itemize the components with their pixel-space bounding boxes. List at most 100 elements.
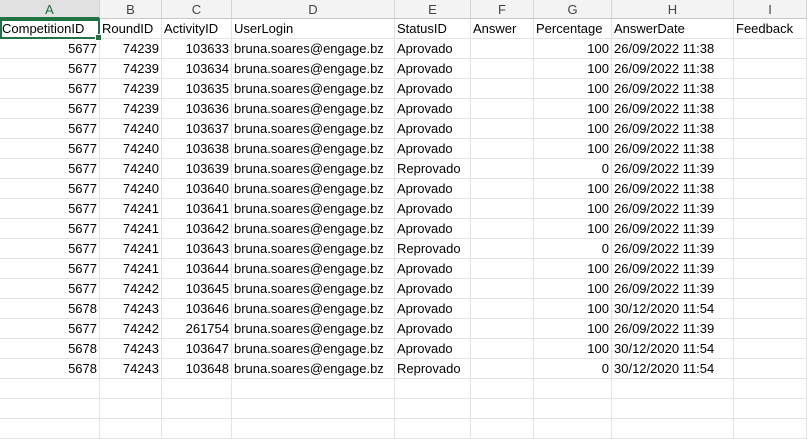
cell-e[interactable]: Aprovado xyxy=(395,79,471,99)
cell-g[interactable]: 100 xyxy=(534,119,612,139)
cell-a[interactable]: 5677 xyxy=(0,39,100,59)
cell-e[interactable]: Aprovado xyxy=(395,259,471,279)
cell-e[interactable]: Aprovado xyxy=(395,39,471,59)
cell-e[interactable]: Aprovado xyxy=(395,119,471,139)
cell-i[interactable] xyxy=(734,119,807,139)
cell-g[interactable]: 100 xyxy=(534,139,612,159)
cell-c[interactable]: 103638 xyxy=(162,139,232,159)
column-header-h[interactable]: H xyxy=(612,0,734,19)
cell-h[interactable]: 26/09/2022 11:39 xyxy=(612,259,734,279)
cell-i[interactable] xyxy=(734,259,807,279)
empty-cell[interactable] xyxy=(162,379,232,399)
cell-i[interactable] xyxy=(734,79,807,99)
cell-c[interactable]: 103633 xyxy=(162,39,232,59)
cell-b[interactable]: 74242 xyxy=(100,279,162,299)
column-header-g[interactable]: G xyxy=(534,0,612,19)
cell-d[interactable]: bruna.soares@engage.bz xyxy=(232,339,395,359)
cell-i[interactable] xyxy=(734,279,807,299)
cell-g[interactable]: 100 xyxy=(534,339,612,359)
cell-h[interactable]: 26/09/2022 11:38 xyxy=(612,139,734,159)
cell-a[interactable]: 5677 xyxy=(0,59,100,79)
cell-b[interactable]: 74243 xyxy=(100,299,162,319)
cell-d[interactable]: bruna.soares@engage.bz xyxy=(232,279,395,299)
cell-f[interactable] xyxy=(471,119,534,139)
cell-d[interactable]: bruna.soares@engage.bz xyxy=(232,179,395,199)
empty-cell[interactable] xyxy=(0,419,100,439)
cell-h[interactable]: 26/09/2022 11:39 xyxy=(612,319,734,339)
column-header-i[interactable]: I xyxy=(734,0,807,19)
cell-g[interactable]: 100 xyxy=(534,39,612,59)
cell-d[interactable]: bruna.soares@engage.bz xyxy=(232,159,395,179)
cell-f[interactable] xyxy=(471,339,534,359)
empty-cell[interactable] xyxy=(612,419,734,439)
cell-d[interactable]: bruna.soares@engage.bz xyxy=(232,39,395,59)
cell-f[interactable] xyxy=(471,39,534,59)
cell-i[interactable] xyxy=(734,319,807,339)
cell-a[interactable]: 5677 xyxy=(0,99,100,119)
cell-c[interactable]: 103636 xyxy=(162,99,232,119)
cell-a[interactable]: 5677 xyxy=(0,319,100,339)
cell-h[interactable]: 26/09/2022 11:38 xyxy=(612,79,734,99)
cell-b[interactable]: 74241 xyxy=(100,259,162,279)
empty-cell[interactable] xyxy=(734,379,807,399)
cell-h[interactable]: 26/09/2022 11:38 xyxy=(612,99,734,119)
cell-f[interactable] xyxy=(471,259,534,279)
cell-d[interactable]: bruna.soares@engage.bz xyxy=(232,359,395,379)
cell-g[interactable]: 100 xyxy=(534,179,612,199)
cell-f[interactable] xyxy=(471,59,534,79)
header-cell-f[interactable]: Answer xyxy=(471,19,534,39)
cell-c[interactable]: 103646 xyxy=(162,299,232,319)
cell-i[interactable] xyxy=(734,59,807,79)
cell-g[interactable]: 100 xyxy=(534,219,612,239)
cell-h[interactable]: 26/09/2022 11:39 xyxy=(612,159,734,179)
cell-c[interactable]: 103640 xyxy=(162,179,232,199)
cell-f[interactable] xyxy=(471,99,534,119)
empty-cell[interactable] xyxy=(162,419,232,439)
column-header-f[interactable]: F xyxy=(471,0,534,19)
cell-i[interactable] xyxy=(734,179,807,199)
cell-i[interactable] xyxy=(734,159,807,179)
cell-h[interactable]: 26/09/2022 11:39 xyxy=(612,239,734,259)
cell-f[interactable] xyxy=(471,79,534,99)
cell-e[interactable]: Aprovado xyxy=(395,319,471,339)
cell-i[interactable] xyxy=(734,139,807,159)
cell-c[interactable]: 103642 xyxy=(162,219,232,239)
cell-c[interactable]: 103634 xyxy=(162,59,232,79)
cell-f[interactable] xyxy=(471,219,534,239)
cell-a[interactable]: 5677 xyxy=(0,199,100,219)
cell-e[interactable]: Reprovado xyxy=(395,159,471,179)
cell-b[interactable]: 74239 xyxy=(100,39,162,59)
cell-a[interactable]: 5677 xyxy=(0,79,100,99)
empty-cell[interactable] xyxy=(612,379,734,399)
cell-c[interactable]: 103647 xyxy=(162,339,232,359)
empty-cell[interactable] xyxy=(734,419,807,439)
cell-f[interactable] xyxy=(471,279,534,299)
empty-cell[interactable] xyxy=(232,379,395,399)
cell-i[interactable] xyxy=(734,39,807,59)
cell-g[interactable]: 0 xyxy=(534,159,612,179)
cell-a[interactable]: 5677 xyxy=(0,159,100,179)
header-cell-h[interactable]: AnswerDate xyxy=(612,19,734,39)
cell-h[interactable]: 26/09/2022 11:38 xyxy=(612,59,734,79)
cell-g[interactable]: 100 xyxy=(534,99,612,119)
cell-a[interactable]: 5677 xyxy=(0,219,100,239)
header-cell-c[interactable]: ActivityID xyxy=(162,19,232,39)
header-cell-d[interactable]: UserLogin xyxy=(232,19,395,39)
cell-d[interactable]: bruna.soares@engage.bz xyxy=(232,119,395,139)
cell-a[interactable]: 5678 xyxy=(0,299,100,319)
cell-c[interactable]: 103648 xyxy=(162,359,232,379)
cell-i[interactable] xyxy=(734,199,807,219)
cell-c[interactable]: 103644 xyxy=(162,259,232,279)
empty-cell[interactable] xyxy=(734,399,807,419)
spreadsheet-grid[interactable]: ABCDEFGHI CompetitionID RoundID ActivityID… xyxy=(0,0,807,439)
cell-a[interactable]: 5677 xyxy=(0,279,100,299)
empty-cell[interactable] xyxy=(232,399,395,419)
cell-b[interactable]: 74240 xyxy=(100,159,162,179)
cell-f[interactable] xyxy=(471,159,534,179)
cell-h[interactable]: 30/12/2020 11:54 xyxy=(612,339,734,359)
cell-b[interactable]: 74239 xyxy=(100,99,162,119)
header-cell-e[interactable]: StatusID xyxy=(395,19,471,39)
header-cell-g[interactable]: Percentage xyxy=(534,19,612,39)
empty-cell[interactable] xyxy=(534,379,612,399)
header-cell-b[interactable]: RoundID xyxy=(100,19,162,39)
